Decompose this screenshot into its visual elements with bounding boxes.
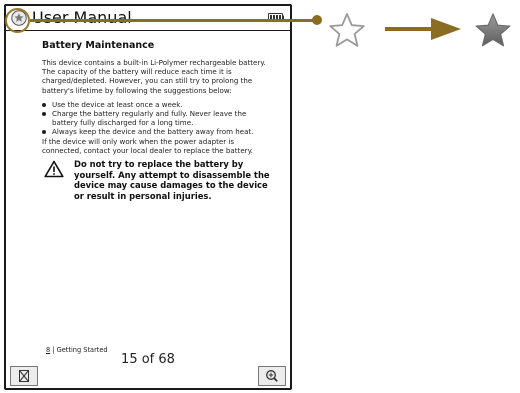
callout-highlight-circle (5, 8, 30, 33)
manual-content: Battery Maintenance This device contains… (42, 40, 270, 201)
warning-text: Do not try to replace the battery by you… (74, 159, 270, 201)
intro-paragraph: This device contains a built-in Li-Polym… (42, 58, 266, 95)
warning-block: Do not try to replace the battery by you… (42, 159, 270, 201)
zoom-button[interactable] (258, 366, 286, 386)
device-frame: User Manual Battery Maintenance This dev… (4, 4, 292, 390)
list-item: Always keep the device and the battery a… (42, 127, 270, 136)
list-item: Charge the battery regularly and fully. … (42, 109, 270, 127)
page-indicator: 15 of 68 (121, 352, 175, 367)
star-filled-icon (475, 13, 511, 47)
close-button[interactable] (10, 366, 38, 386)
callout-line (30, 19, 317, 22)
star-outline-icon (329, 13, 365, 47)
callout-dot (312, 15, 322, 25)
page-title: User Manual (32, 8, 132, 27)
warning-icon (44, 160, 64, 178)
adapter-note: If the device will only work when the po… (42, 136, 254, 155)
bottom-toolbar: 15 of 68 (6, 352, 290, 388)
section-heading: Battery Maintenance (42, 40, 155, 51)
zoom-in-icon (266, 370, 278, 382)
suggestion-list: Use the device at least once a week. Cha… (42, 100, 270, 137)
list-item: Use the device at least once a week. (42, 100, 270, 109)
close-icon (19, 370, 29, 382)
arrow-icon (385, 18, 461, 40)
